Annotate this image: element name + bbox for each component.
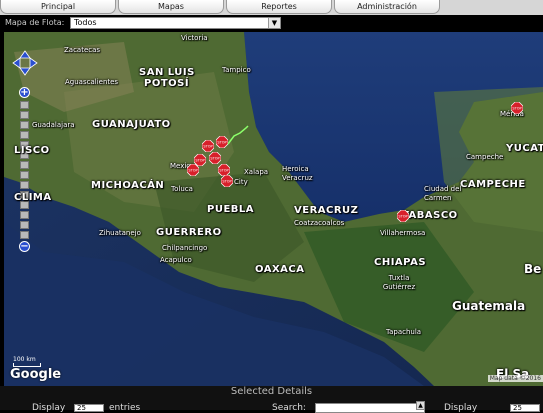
- stop-marker-icon[interactable]: STOP: [221, 175, 233, 187]
- svg-text:STOP: STOP: [512, 107, 521, 111]
- tab-administracion[interactable]: Administración: [334, 0, 440, 14]
- entries-select-right[interactable]: 25: [510, 404, 540, 412]
- country-label: Guatemala: [452, 299, 526, 313]
- city-label: Tapachula: [386, 328, 422, 336]
- state-label: CLIMA: [14, 192, 52, 203]
- route-line: [227, 125, 249, 145]
- chevron-down-icon: ▼: [268, 18, 280, 28]
- tab-principal[interactable]: Principal: [0, 0, 116, 14]
- zoom-slider[interactable]: + −: [19, 87, 30, 252]
- state-label: GUANAJUATO: [92, 119, 171, 130]
- stop-marker-icon[interactable]: STOP: [511, 102, 523, 114]
- state-label: POTOSÍ: [144, 78, 190, 89]
- city-label: Tampico: [222, 66, 251, 74]
- state-label: CHIAPAS: [374, 257, 427, 268]
- city-label: City: [234, 178, 248, 186]
- city-label: Heroica Veracruz: [282, 165, 313, 182]
- display-label-right: Display: [444, 403, 478, 413]
- zoom-out-button[interactable]: −: [19, 241, 30, 252]
- city-label: Xalapa: [244, 168, 269, 176]
- stop-marker-icon[interactable]: STOP: [209, 152, 221, 164]
- state-label: YUCATÁN: [506, 143, 543, 154]
- city-label: Ciudad del Carmen: [424, 185, 462, 202]
- fleet-map-label: Mapa de Flota:: [5, 18, 65, 27]
- state-label: SAN LUIS: [139, 67, 195, 78]
- city-label: Tuxtla Gutiérrez: [382, 274, 416, 291]
- entries-select[interactable]: 25: [74, 404, 104, 412]
- state-label: LISCO: [14, 145, 50, 156]
- search-input[interactable]: [315, 403, 425, 413]
- state-label: OAXACA: [255, 264, 305, 275]
- state-label: CAMPECHE: [460, 179, 526, 190]
- city-label: Toluca: [171, 185, 193, 193]
- city-label: Villahermosa: [380, 229, 426, 237]
- scale-label: 100 km: [13, 356, 36, 363]
- entries-label: entries: [109, 403, 141, 413]
- stop-marker-icon[interactable]: STOP: [397, 210, 409, 222]
- tab-reportes[interactable]: Reportes: [226, 0, 332, 14]
- city-label: Guadalajara: [32, 121, 75, 129]
- svg-text:STOP: STOP: [398, 215, 407, 219]
- state-label: GUERRERO: [156, 227, 222, 238]
- tab-mapas[interactable]: Mapas: [118, 0, 224, 14]
- svg-text:STOP: STOP: [222, 180, 231, 184]
- city-label: Acapulco: [160, 256, 192, 264]
- city-label: Aguascalientes: [65, 78, 119, 86]
- fleet-select[interactable]: Todos ▼: [70, 17, 281, 29]
- stop-marker-icon[interactable]: STOP: [202, 140, 214, 152]
- city-label: Zacatecas: [64, 46, 101, 54]
- entries-select-value: 25: [77, 404, 86, 412]
- svg-text:STOP: STOP: [195, 159, 204, 163]
- google-logo: Google: [10, 367, 62, 382]
- city-label: Chilpancingo: [162, 244, 208, 252]
- stop-marker-icon[interactable]: STOP: [187, 164, 199, 176]
- city-label: Campeche: [466, 153, 504, 161]
- city-label: Victoria: [181, 34, 208, 42]
- svg-text:STOP: STOP: [219, 169, 228, 173]
- selected-details-panel: Selected Details Display 25 entries Sear…: [0, 386, 543, 413]
- filter-bar: Mapa de Flota: Todos ▼: [0, 15, 543, 31]
- svg-text:STOP: STOP: [188, 169, 197, 173]
- city-label: Zihuatanejo: [99, 229, 141, 237]
- map-attribution[interactable]: Map data ©2016: [487, 375, 543, 382]
- state-label: VERACRUZ: [294, 205, 359, 216]
- entries-select-right-value: 25: [513, 404, 522, 412]
- svg-text:STOP: STOP: [210, 157, 219, 161]
- zoom-in-button[interactable]: +: [19, 87, 30, 98]
- map-scale: 100 km: [13, 356, 41, 367]
- fleet-select-value: Todos: [74, 18, 97, 27]
- scroll-up-button[interactable]: ▲: [416, 401, 425, 410]
- state-label: MICHOACÁN: [91, 180, 165, 191]
- state-label: PUEBLA: [207, 204, 255, 215]
- state-label: TABASCO: [402, 210, 458, 221]
- city-label: Coatzacoalcos: [294, 219, 345, 227]
- display-label: Display: [32, 403, 66, 413]
- main-tabs: Principal Mapas Reportes Administración: [0, 0, 543, 15]
- map-view[interactable]: + − SAN LUIS POTOSÍ GUANAJUATO MICHOACÁN…: [4, 32, 543, 386]
- selected-details-header: Selected Details: [230, 386, 313, 397]
- search-label: Search:: [272, 403, 306, 413]
- pan-control-icon[interactable]: [12, 50, 38, 76]
- svg-text:STOP: STOP: [203, 145, 212, 149]
- country-label: Be: [524, 262, 542, 276]
